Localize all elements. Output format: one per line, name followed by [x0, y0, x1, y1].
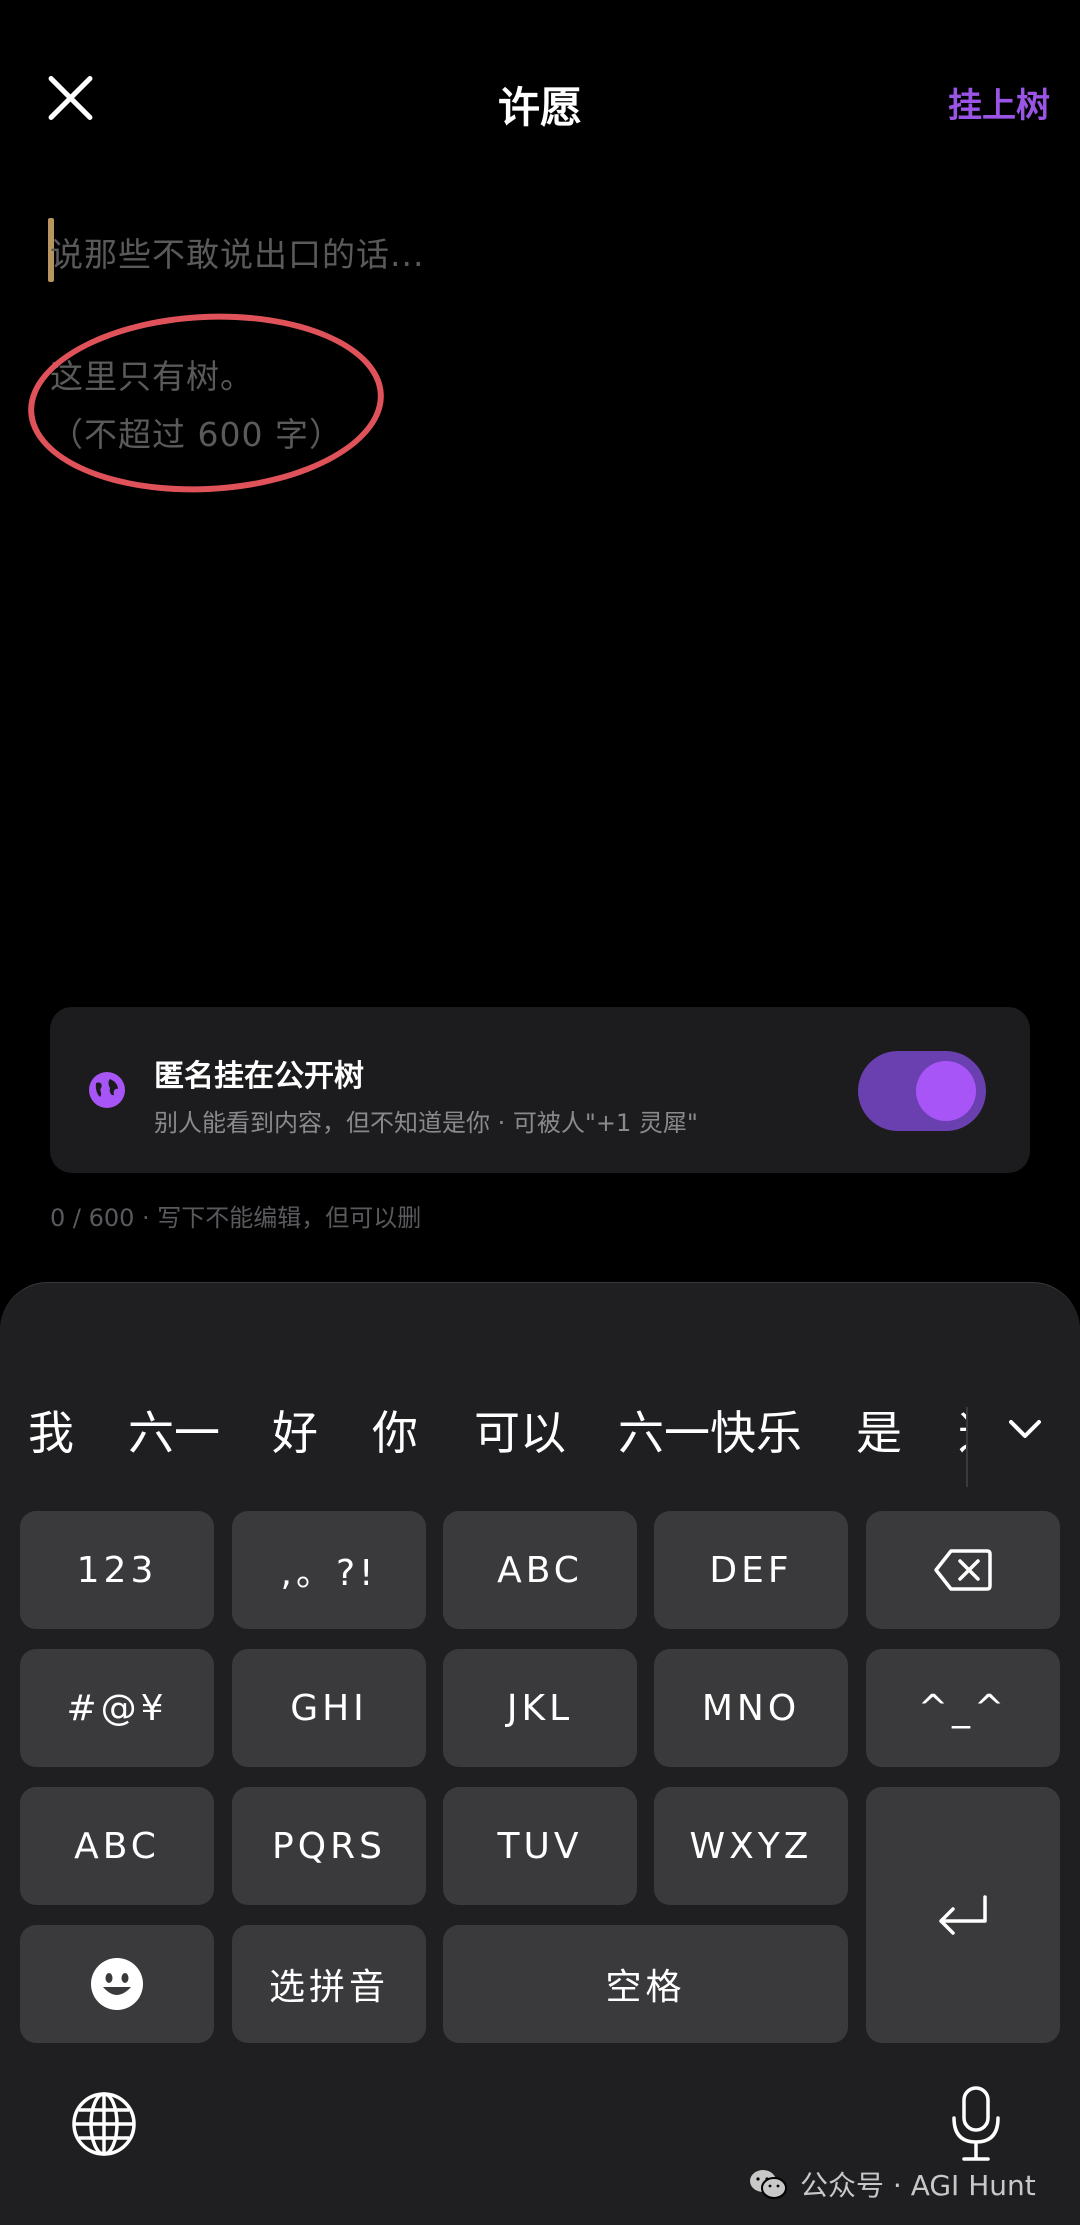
key-abc-mode[interactable]: ABC — [20, 1787, 214, 1905]
toggle-knob — [916, 1061, 976, 1121]
key-select-pinyin[interactable]: 选拼音 — [232, 1925, 426, 2043]
anonymous-toggle[interactable] — [858, 1051, 986, 1131]
key-label: ABC — [497, 1549, 583, 1591]
key-label: GHI — [290, 1687, 368, 1729]
key-label: 选拼音 — [268, 1967, 389, 2008]
key-label: ,。?! — [280, 1553, 378, 1594]
key-wxyz[interactable]: WXYZ — [654, 1787, 848, 1905]
candidate-word[interactable]: 六一快乐 — [618, 1397, 802, 1463]
key-label: 空格 — [605, 1967, 686, 2008]
emoji-key[interactable] — [20, 1925, 214, 2043]
key-abc[interactable]: ABC — [443, 1511, 637, 1629]
key-123[interactable]: 123 — [20, 1511, 214, 1629]
wish-input[interactable]: 说那些不敢说出口的话... — [50, 228, 424, 276]
key-label: 123 — [76, 1549, 158, 1591]
anonymous-option-card: 匿名挂在公开树 别人能看到内容，但不知道是你 · 可被人"+1 灵犀" — [50, 1007, 1030, 1173]
key-def[interactable]: DEF — [654, 1511, 848, 1629]
character-counter: 0 / 600 · 写下不能编辑，但可以删 — [50, 1204, 422, 1232]
backspace-key[interactable] — [866, 1511, 1060, 1629]
globe-icon — [89, 1072, 125, 1108]
candidate-word[interactable]: 六一 — [128, 1397, 220, 1463]
chevron-down-icon[interactable] — [1007, 1411, 1043, 1447]
candidate-divider — [966, 1407, 968, 1487]
watermark: 公众号 · AGI Hunt — [748, 2164, 1036, 2204]
key-label: ^_^ — [917, 1687, 1009, 1729]
globe-icon[interactable] — [70, 2090, 138, 2158]
anonymous-subtitle: 别人能看到内容，但不知道是你 · 可被人"+1 灵犀" — [154, 1109, 698, 1137]
candidate-word[interactable]: 你 — [372, 1397, 418, 1463]
key-label: TUV — [497, 1825, 583, 1867]
wechat-icon — [750, 2170, 787, 2199]
microphone-icon[interactable] — [948, 2084, 1004, 2164]
return-icon — [939, 1895, 987, 1935]
key-label: WXYZ — [689, 1825, 813, 1867]
key-symbols[interactable]: #@¥ — [20, 1649, 214, 1767]
key-label: MNO — [701, 1687, 801, 1729]
candidate-word[interactable]: 可以 — [474, 1397, 566, 1463]
key-label: DEF — [709, 1549, 793, 1591]
candidate-word[interactable]: 我 — [28, 1397, 74, 1463]
key-kaomoji[interactable]: ^_^ — [866, 1649, 1060, 1767]
anonymous-title: 匿名挂在公开树 — [154, 1059, 364, 1094]
candidate-word[interactable]: 好 — [272, 1397, 318, 1463]
key-label: ABC — [74, 1825, 160, 1867]
page-title: 许愿 — [497, 83, 582, 132]
hang-on-tree-button[interactable]: 挂上树 — [948, 78, 1050, 127]
key-punctuation[interactable]: ,。?! — [232, 1511, 426, 1629]
red-annotation-circle — [23, 304, 389, 502]
candidate-bar: 我 六一 好 你 可以 六一快乐 是 这 — [0, 1397, 1080, 1507]
backspace-icon — [934, 1549, 992, 1591]
candidate-word[interactable]: 是 — [856, 1397, 902, 1463]
emoji-icon — [91, 1958, 143, 2010]
return-key[interactable] — [866, 1787, 1060, 2043]
key-mno[interactable]: MNO — [654, 1649, 848, 1767]
watermark-text: 公众号 · AGI Hunt — [800, 2169, 1036, 2202]
key-jkl[interactable]: JKL — [443, 1649, 637, 1767]
candidate-word[interactable]: 这 — [958, 1397, 966, 1463]
key-label: JKL — [506, 1687, 574, 1729]
key-label: PQRS — [272, 1825, 386, 1867]
key-pqrs[interactable]: PQRS — [232, 1787, 426, 1905]
space-key[interactable]: 空格 — [443, 1925, 848, 2043]
key-tuv[interactable]: TUV — [443, 1787, 637, 1905]
key-label: #@¥ — [66, 1687, 168, 1729]
key-ghi[interactable]: GHI — [232, 1649, 426, 1767]
